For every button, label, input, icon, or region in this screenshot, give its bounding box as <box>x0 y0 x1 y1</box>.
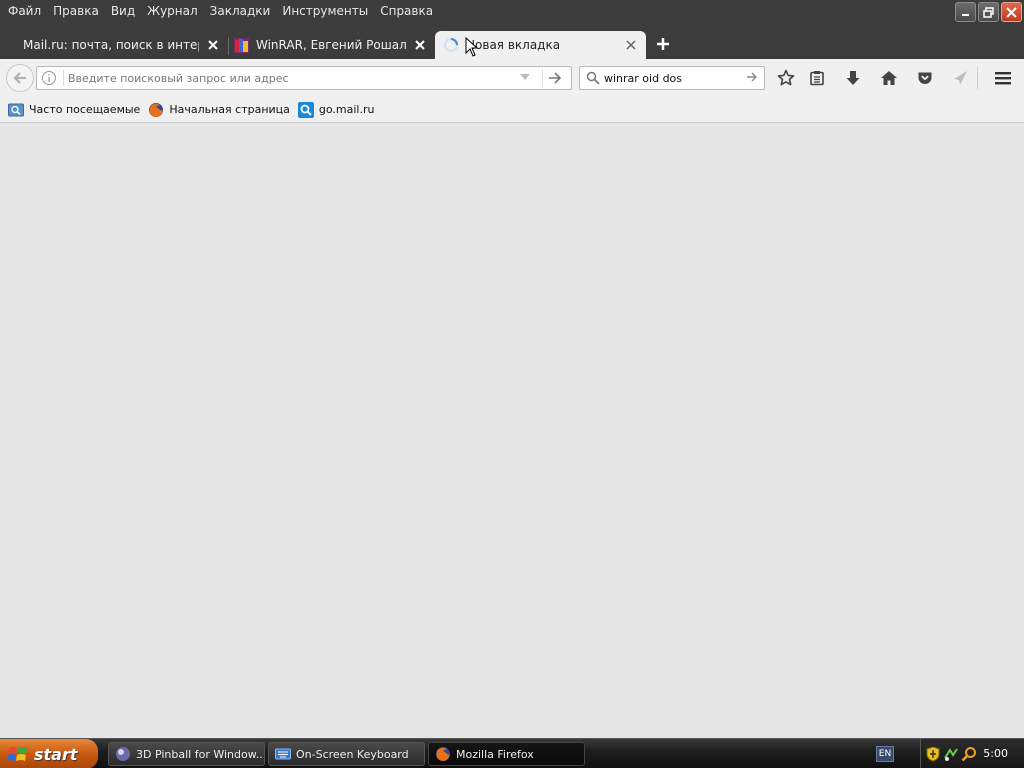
search-magnifier-icon <box>297 101 314 118</box>
restore-button[interactable] <box>978 2 999 22</box>
bookmark-star-button[interactable] <box>775 68 797 88</box>
plus-icon <box>657 38 669 50</box>
menu-bookmarks[interactable]: Закладки <box>204 2 277 20</box>
menu-edit[interactable]: Правка <box>47 2 105 20</box>
address-bar[interactable] <box>36 66 572 90</box>
keyboard-icon <box>275 748 291 760</box>
divider <box>977 67 978 89</box>
tab-close-button[interactable] <box>413 38 427 52</box>
network-icon[interactable] <box>943 746 959 762</box>
bookmark-go-mail[interactable]: go.mail.ru <box>297 101 375 118</box>
most-visited-folder-icon <box>8 103 24 116</box>
window-controls <box>955 2 1022 22</box>
download-arrow-icon <box>846 71 860 85</box>
search-bar[interactable] <box>579 66 765 90</box>
page-content-area <box>0 123 1024 738</box>
winrar-icon <box>234 37 249 53</box>
dropdown-arrow-icon[interactable] <box>519 73 531 81</box>
mouse-cursor-icon <box>465 37 479 57</box>
divider <box>542 69 543 87</box>
navigation-toolbar <box>0 59 1024 97</box>
bookmark-start-page[interactable]: Начальная страница <box>148 102 290 118</box>
security-shield-icon[interactable] <box>925 746 941 762</box>
menu-history[interactable]: Журнал <box>141 2 204 20</box>
taskbar-item-firefox[interactable]: Mozilla Firefox <box>428 742 585 766</box>
home-button[interactable] <box>878 68 900 88</box>
taskbar-item-label: On-Screen Keyboard <box>296 747 409 761</box>
menu-bar: Файл Правка Вид Журнал Закладки Инструме… <box>0 0 439 22</box>
tab-winrar[interactable]: WinRAR, Евгений Рошал - С... <box>229 31 435 59</box>
home-icon <box>881 71 897 85</box>
clipboard-list-icon <box>810 71 824 86</box>
bookmark-label: Начальная страница <box>169 103 290 116</box>
menu-help[interactable]: Справка <box>374 2 439 20</box>
paper-plane-icon <box>954 71 967 85</box>
firefox-icon <box>149 102 164 117</box>
tab-label: Mail.ru: почта, поиск в интернет... <box>23 38 199 52</box>
search-go-arrow-icon[interactable] <box>746 71 758 83</box>
start-button[interactable]: start <box>0 739 98 768</box>
tab-mailru[interactable]: Mail.ru: почта, поиск в интернет... <box>14 31 228 59</box>
pocket-button[interactable] <box>914 68 936 88</box>
taskbar-item-pinball[interactable]: 3D Pinball for Window... <box>108 742 265 766</box>
menu-view[interactable]: Вид <box>105 2 141 20</box>
notification-area: 5:00 <box>920 739 1024 768</box>
close-icon <box>415 40 425 50</box>
open-menu-button[interactable] <box>992 68 1014 88</box>
loading-spinner-icon <box>444 38 458 52</box>
bookmarks-menu-button[interactable] <box>806 68 828 88</box>
menu-tools[interactable]: Инструменты <box>276 2 374 20</box>
search-input[interactable] <box>604 70 744 86</box>
taskbar-item-label: 3D Pinball for Window... <box>136 747 264 761</box>
menu-file[interactable]: Файл <box>2 2 47 20</box>
go-arrow-icon[interactable] <box>548 71 562 85</box>
hamburger-menu-icon <box>995 72 1011 85</box>
send-button[interactable] <box>949 68 971 88</box>
tab-strip: Mail.ru: почта, поиск в интернет... WinR… <box>0 29 1024 59</box>
start-label: start <box>34 744 78 764</box>
new-tab-button[interactable] <box>652 33 674 55</box>
tab-close-button[interactable] <box>624 38 638 52</box>
close-icon <box>208 40 218 50</box>
search-tray-icon[interactable] <box>961 746 977 762</box>
back-button[interactable] <box>6 64 34 92</box>
bookmark-most-visited[interactable]: Часто посещаемые <box>8 102 140 118</box>
taskbar-item-label: Mozilla Firefox <box>456 747 534 761</box>
taskbar: start 3D Pinball for Window... On-Screen… <box>0 738 1024 768</box>
tab-label: Новая вкладка <box>466 38 561 52</box>
bookmarks-toolbar: Часто посещаемые Начальная страница go.m… <box>0 97 1024 123</box>
close-window-button[interactable] <box>1001 2 1022 22</box>
pinball-icon <box>116 747 130 761</box>
system-tray: EN 5:00 <box>868 739 1024 768</box>
downloads-button[interactable] <box>842 68 864 88</box>
tab-label: WinRAR, Евгений Рошал - С... <box>256 38 406 52</box>
star-icon <box>777 69 795 86</box>
window-titlebar: Файл Правка Вид Журнал Закладки Инструме… <box>0 0 1024 29</box>
site-info-icon[interactable] <box>41 70 57 86</box>
minimize-button[interactable] <box>955 2 976 22</box>
close-icon <box>1006 6 1017 18</box>
restore-icon <box>983 6 994 18</box>
tab-close-button[interactable] <box>206 38 220 52</box>
divider <box>63 70 64 86</box>
clock[interactable]: 5:00 <box>983 747 1008 760</box>
firefox-icon <box>436 747 450 762</box>
back-arrow-icon <box>13 72 26 84</box>
taskbar-item-keyboard[interactable]: On-Screen Keyboard <box>268 742 425 766</box>
bookmark-label: Часто посещаемые <box>29 103 141 116</box>
search-icon[interactable] <box>586 71 600 85</box>
url-input[interactable] <box>68 69 508 87</box>
pocket-icon <box>918 72 932 84</box>
bookmark-label: go.mail.ru <box>318 103 375 116</box>
language-indicator[interactable]: EN <box>876 746 894 762</box>
close-icon <box>626 40 636 50</box>
minimize-icon <box>961 14 969 16</box>
windows-logo-icon <box>8 747 27 761</box>
